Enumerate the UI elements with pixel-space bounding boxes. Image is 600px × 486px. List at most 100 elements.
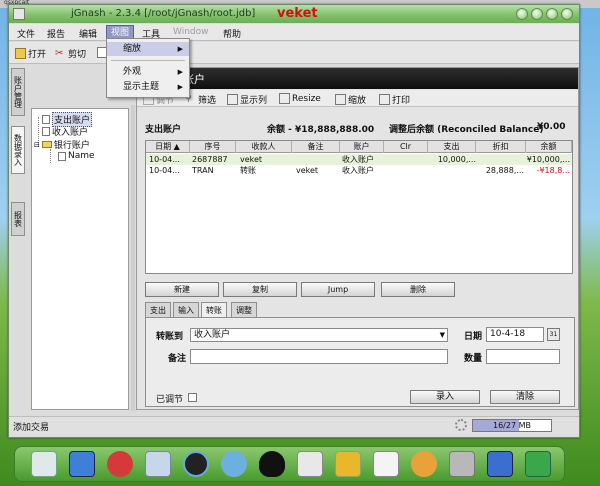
usb-drive-icon[interactable] bbox=[449, 451, 475, 477]
clear-button[interactable]: 清除 bbox=[490, 390, 560, 404]
chevron-down-icon: ▼ bbox=[439, 331, 445, 339]
cell-account: 收入账户 bbox=[342, 166, 374, 175]
memo-field[interactable] bbox=[190, 349, 448, 364]
menu-item-appearance[interactable]: 外观 ▶ bbox=[107, 65, 189, 79]
new-button[interactable]: 新建 bbox=[145, 282, 219, 297]
menu-help[interactable]: 帮助 bbox=[223, 27, 241, 40]
menu-item-theme[interactable]: 显示主题 ▶ bbox=[107, 80, 189, 94]
maximize-button[interactable] bbox=[546, 8, 558, 20]
col-num[interactable]: 序号 bbox=[190, 141, 236, 153]
door-icon[interactable] bbox=[335, 451, 361, 477]
col-account[interactable]: 账户 bbox=[340, 141, 384, 153]
account-icon bbox=[58, 151, 66, 161]
col-memo[interactable]: 备注 bbox=[292, 141, 340, 153]
menu-report[interactable]: 报告 bbox=[47, 27, 65, 40]
printer-icon bbox=[379, 94, 390, 105]
tab-expense[interactable]: 支出 bbox=[145, 302, 171, 318]
reconciled-value: ¥0.00 bbox=[537, 122, 566, 132]
cut-button[interactable]: ✂ 剪切 bbox=[55, 47, 86, 60]
chart-app-icon[interactable] bbox=[31, 451, 57, 477]
tab-adjust[interactable]: 调整 bbox=[231, 302, 257, 318]
col-clr[interactable]: Clr bbox=[384, 141, 428, 153]
close-button[interactable] bbox=[561, 8, 573, 20]
col-payee[interactable]: 收款人 bbox=[236, 141, 292, 153]
minimize-button[interactable] bbox=[516, 8, 528, 20]
menu-bar: 文件 报告 编辑 视图 工具 Window 帮助 bbox=[9, 24, 579, 41]
menu-item-zoom[interactable]: 缩放 ▶ bbox=[107, 42, 189, 56]
pane-splitter[interactable] bbox=[131, 105, 135, 411]
tab-income[interactable]: 输入 bbox=[173, 302, 199, 318]
window-title: jGnash - 2.3.4 [/root/jGnash/root.jdb] bbox=[71, 8, 256, 19]
memory-indicator[interactable]: 16/27 MB bbox=[472, 419, 552, 432]
register-panel: 登记账户 调节 ⚲筛选 显示列 Resize 缩放 打印 支出账户 余额 - ¥… bbox=[136, 67, 579, 410]
quantity-field[interactable] bbox=[486, 349, 560, 364]
title-bar[interactable]: jGnash - 2.3.4 [/root/jGnash/root.jdb] v… bbox=[9, 5, 579, 23]
media-player-icon[interactable] bbox=[183, 451, 209, 477]
chevron-right-icon: ▶ bbox=[177, 68, 183, 76]
memory-text: 16/27 MB bbox=[493, 421, 531, 430]
mascot-icon[interactable] bbox=[107, 451, 133, 477]
zoom-tool[interactable]: 缩放 bbox=[335, 93, 366, 106]
columns-icon bbox=[227, 94, 238, 105]
cell-num: TRAN bbox=[192, 166, 214, 175]
cell-payee: 转账 bbox=[240, 166, 256, 175]
reconciled-checkbox[interactable] bbox=[188, 393, 197, 402]
notepad-icon[interactable] bbox=[145, 451, 171, 477]
shade-button[interactable] bbox=[531, 8, 543, 20]
tab-reports[interactable]: 报表 bbox=[11, 202, 25, 236]
jump-button[interactable]: Jump bbox=[301, 282, 375, 297]
delete-button[interactable]: 删除 bbox=[381, 282, 455, 297]
transfer-account-select[interactable]: 收入账户 ▼ bbox=[190, 328, 448, 342]
tab-data-entry[interactable]: 数据录入 bbox=[11, 126, 25, 174]
paint-palette-icon[interactable] bbox=[411, 451, 437, 477]
cut-label: 剪切 bbox=[68, 50, 87, 60]
chevron-right-icon: ▶ bbox=[177, 83, 183, 91]
status-text: 添加交易 bbox=[13, 423, 50, 433]
picture-viewer-icon[interactable] bbox=[373, 451, 399, 477]
tab-accounts[interactable]: 账户管理 bbox=[11, 68, 25, 116]
tree-item-bank[interactable]: ⊟ 银行账户 bbox=[34, 138, 90, 152]
account-icon bbox=[42, 127, 50, 136]
calendar-button[interactable]: 31 bbox=[547, 328, 560, 341]
busy-spinner-icon bbox=[455, 419, 467, 431]
memo-label: 备注 bbox=[168, 354, 187, 364]
duplicate-button[interactable]: 复制 bbox=[223, 282, 297, 297]
cell-balance: -¥18,8... bbox=[536, 166, 570, 175]
view-menu-dropdown: 缩放 ▶ 外观 ▶ 显示主题 ▶ bbox=[106, 38, 190, 98]
cell-account: 收入账户 bbox=[342, 155, 374, 164]
menu-file[interactable]: 文件 bbox=[17, 27, 35, 40]
enter-button[interactable]: 录入 bbox=[410, 390, 480, 404]
col-discount[interactable]: 折扣 bbox=[476, 141, 526, 153]
penguin-icon[interactable] bbox=[259, 451, 285, 477]
account-name: 支出账户 bbox=[145, 125, 182, 135]
columns-tool[interactable]: 显示列 bbox=[227, 93, 267, 106]
terminal-icon[interactable] bbox=[487, 451, 513, 477]
network-icon[interactable] bbox=[221, 451, 247, 477]
help-icon[interactable] bbox=[525, 451, 551, 477]
cell-clr bbox=[386, 154, 426, 165]
cell-clr bbox=[386, 165, 426, 176]
expand-toggle-icon[interactable]: ⊟ bbox=[34, 141, 40, 149]
menu-window[interactable]: Window bbox=[173, 27, 209, 37]
register-toolbar: 调节 ⚲ 筛选 显示列 Resize 缩放 打印 bbox=[137, 90, 578, 107]
folder-icon bbox=[41, 141, 52, 148]
resize-tool[interactable]: Resize bbox=[279, 93, 321, 104]
reconciled-label: 调整后余额 (Reconciled Balance) bbox=[389, 125, 544, 135]
transaction-form: 转账到 收入账户 ▼ 日期 10-4-18 31 备注 数量 已调节 录入 清除 bbox=[145, 317, 575, 407]
print-tool[interactable]: 打印 bbox=[379, 93, 410, 106]
col-balance[interactable]: 余额 bbox=[526, 141, 572, 153]
col-date[interactable]: 日期 ▲ bbox=[146, 141, 190, 153]
balance-bar: 支出账户 余额 - ¥18,888,888.00 调整后余额 (Reconcil… bbox=[143, 122, 575, 136]
network-manager-icon[interactable] bbox=[297, 451, 323, 477]
open-button[interactable]: 打开 bbox=[15, 47, 46, 60]
table-row[interactable]: 10-04... TRAN 转账 veket 收入账户 28,888,... -… bbox=[146, 165, 572, 176]
quantity-label: 数量 bbox=[464, 354, 483, 364]
tree-item-income[interactable]: 收入账户 bbox=[42, 125, 88, 138]
status-bar: 添加交易 16/27 MB bbox=[9, 416, 579, 434]
date-field[interactable]: 10-4-18 bbox=[486, 327, 544, 342]
monitor-icon[interactable] bbox=[69, 451, 95, 477]
menu-edit[interactable]: 编辑 bbox=[79, 27, 97, 40]
table-row[interactable]: 10-04... 2687887 veket 收入账户 10,000,... ¥… bbox=[146, 154, 572, 165]
col-expense[interactable]: 支出 bbox=[428, 141, 476, 153]
tree-item-name[interactable]: Name bbox=[58, 151, 95, 161]
